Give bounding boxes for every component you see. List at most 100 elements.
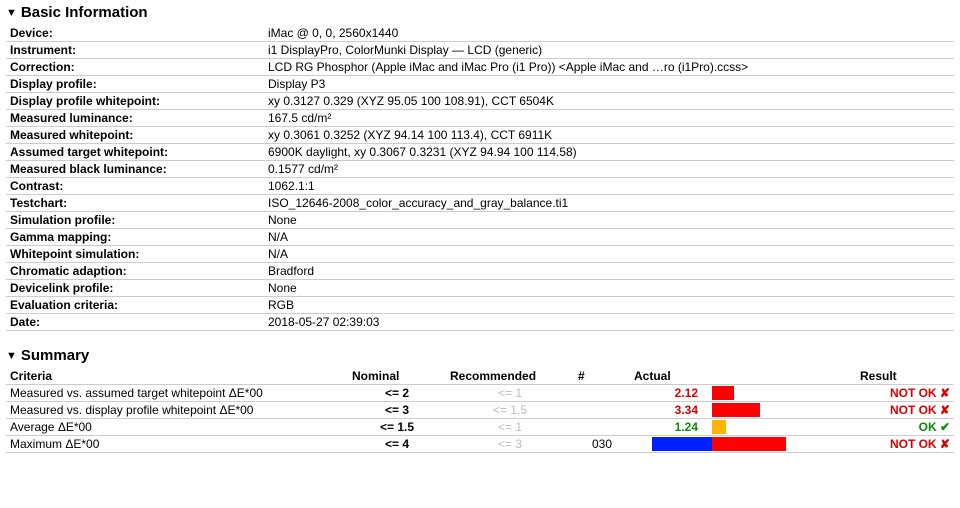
col-bar (702, 368, 856, 385)
recommended-cell: <= 1.5 (446, 402, 574, 419)
bar-chart (706, 403, 852, 417)
basic-info-header[interactable]: ▼Basic Information (6, 4, 954, 21)
info-label: Whitepoint simulation: (6, 246, 264, 263)
col-actual: Actual (630, 368, 702, 385)
actual-cell: 2.12 (630, 385, 702, 402)
hash-cell: 030 (574, 436, 630, 453)
info-label: Evaluation criteria: (6, 297, 264, 314)
info-label: Device: (6, 25, 264, 42)
hash-cell (574, 385, 630, 402)
info-value: 0.1577 cd/m² (264, 161, 954, 178)
info-value: None (264, 280, 954, 297)
info-label: Simulation profile: (6, 212, 264, 229)
col-hash: # (574, 368, 630, 385)
info-label: Assumed target whitepoint: (6, 144, 264, 161)
info-value: None (264, 212, 954, 229)
info-label: Date: (6, 314, 264, 331)
info-label: Gamma mapping: (6, 229, 264, 246)
info-row: Gamma mapping:N/A (6, 229, 954, 246)
nominal-cell: <= 4 (348, 436, 446, 453)
info-row: Measured black luminance:0.1577 cd/m² (6, 161, 954, 178)
bar-chart (706, 437, 852, 451)
actual-cell: 1.24 (630, 419, 702, 436)
info-row: Date:2018-05-27 02:39:03 (6, 314, 954, 331)
info-value: RGB (264, 297, 954, 314)
result-cell: NOT OK ✘ (856, 436, 954, 453)
nominal-cell: <= 1.5 (348, 419, 446, 436)
basic-info-table: Device:iMac @ 0, 0, 2560x1440Instrument:… (6, 25, 954, 331)
info-label: Measured luminance: (6, 110, 264, 127)
info-value: ISO_12646-2008_color_accuracy_and_gray_b… (264, 195, 954, 212)
summary-row: Measured vs. display profile whitepoint … (6, 402, 954, 419)
info-label: Display profile whitepoint: (6, 93, 264, 110)
info-label: Correction: (6, 59, 264, 76)
info-label: Testchart: (6, 195, 264, 212)
info-value: Bradford (264, 263, 954, 280)
info-label: Measured whitepoint: (6, 127, 264, 144)
info-label: Chromatic adaption: (6, 263, 264, 280)
info-value: N/A (264, 229, 954, 246)
bar-segment (712, 386, 734, 400)
info-row: Simulation profile:None (6, 212, 954, 229)
col-recommended: Recommended (446, 368, 574, 385)
bar-chart (706, 386, 852, 400)
info-row: Chromatic adaption:Bradford (6, 263, 954, 280)
bar-segment (712, 437, 786, 451)
recommended-cell: <= 3 (446, 436, 574, 453)
hash-cell (574, 419, 630, 436)
bar-cell (702, 436, 856, 453)
info-label: Measured black luminance: (6, 161, 264, 178)
hash-cell (574, 402, 630, 419)
info-row: Measured luminance:167.5 cd/m² (6, 110, 954, 127)
actual-cell: 3.34 (630, 402, 702, 419)
basic-info-title: Basic Information (21, 4, 148, 21)
info-value: 2018-05-27 02:39:03 (264, 314, 954, 331)
info-label: Instrument: (6, 42, 264, 59)
criteria-cell: Maximum ΔE*00 (6, 436, 348, 453)
result-cell: OK ✔ (856, 419, 954, 436)
result-cell: NOT OK ✘ (856, 402, 954, 419)
info-row: Assumed target whitepoint:6900K daylight… (6, 144, 954, 161)
info-value: Display P3 (264, 76, 954, 93)
info-value: xy 0.3127 0.329 (XYZ 95.05 100 108.91), … (264, 93, 954, 110)
info-row: Display profile:Display P3 (6, 76, 954, 93)
info-label: Devicelink profile: (6, 280, 264, 297)
bar-cell (702, 385, 856, 402)
bar-segment (712, 420, 726, 434)
summary-title: Summary (21, 347, 89, 364)
info-row: Contrast:1062.1:1 (6, 178, 954, 195)
bar-cell (702, 402, 856, 419)
info-row: Evaluation criteria:RGB (6, 297, 954, 314)
info-label: Contrast: (6, 178, 264, 195)
info-row: Device:iMac @ 0, 0, 2560x1440 (6, 25, 954, 42)
info-value: iMac @ 0, 0, 2560x1440 (264, 25, 954, 42)
criteria-cell: Average ΔE*00 (6, 419, 348, 436)
info-row: Display profile whitepoint:xy 0.3127 0.3… (6, 93, 954, 110)
bar-segment (652, 437, 712, 451)
info-label: Display profile: (6, 76, 264, 93)
col-result: Result (856, 368, 954, 385)
recommended-cell: <= 1 (446, 385, 574, 402)
summary-row: Measured vs. assumed target whitepoint Δ… (6, 385, 954, 402)
summary-table: Criteria Nominal Recommended # Actual Re… (6, 368, 954, 453)
info-row: Instrument:i1 DisplayPro, ColorMunki Dis… (6, 42, 954, 59)
disclosure-triangle-icon: ▼ (6, 350, 17, 362)
info-row: Correction:LCD RG Phosphor (Apple iMac a… (6, 59, 954, 76)
nominal-cell: <= 2 (348, 385, 446, 402)
info-value: N/A (264, 246, 954, 263)
criteria-cell: Measured vs. display profile whitepoint … (6, 402, 348, 419)
bar-segment (712, 403, 760, 417)
info-row: Whitepoint simulation:N/A (6, 246, 954, 263)
summary-row: Average ΔE*00<= 1.5<= 1 1.24 OK ✔ (6, 419, 954, 436)
col-nominal: Nominal (348, 368, 446, 385)
summary-header[interactable]: ▼ Summary (6, 347, 954, 364)
bar-chart (706, 420, 852, 434)
summary-row: Maximum ΔE*00<= 4<= 30304.74NOT OK ✘ (6, 436, 954, 453)
result-cell: NOT OK ✘ (856, 385, 954, 402)
recommended-cell: <= 1 (446, 419, 574, 436)
info-value: 6900K daylight, xy 0.3067 0.3231 (XYZ 94… (264, 144, 954, 161)
col-criteria: Criteria (6, 368, 348, 385)
info-value: 1062.1:1 (264, 178, 954, 195)
info-value: LCD RG Phosphor (Apple iMac and iMac Pro… (264, 59, 954, 76)
info-value: 167.5 cd/m² (264, 110, 954, 127)
